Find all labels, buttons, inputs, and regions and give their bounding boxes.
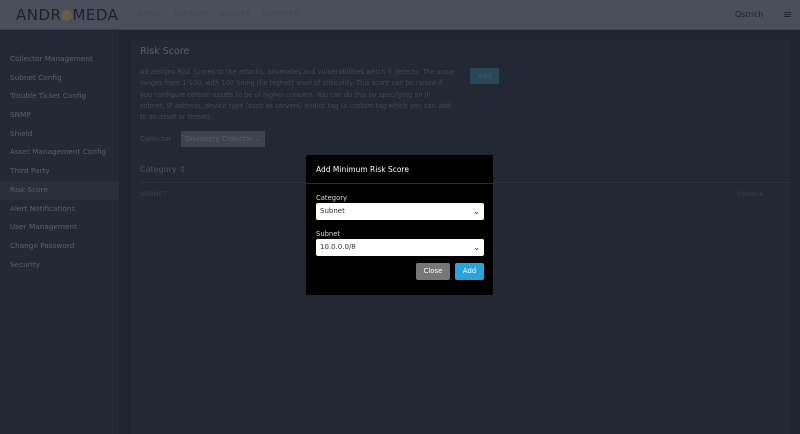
add-button[interactable]: Add	[470, 68, 499, 84]
nav-assets[interactable]: ASSETS	[221, 10, 251, 18]
subnet-label: Subnet	[316, 230, 341, 238]
main-nav: HOME THREATS ASSETS REPORTS	[138, 10, 298, 18]
sidebar-item-snmp[interactable]: SNMP	[0, 106, 119, 125]
page-title: Risk Score	[140, 46, 190, 57]
sidebar-item-trouble-ticket-config[interactable]: Trouble Ticket Config	[0, 87, 119, 106]
sidebar-item-security[interactable]: Security	[0, 256, 119, 275]
subnet-select[interactable]: 10.0.0.0/8 ⌄	[316, 239, 484, 256]
collector-value: Discovery Collector	[185, 135, 253, 143]
column-header-category[interactable]: Category ⇕	[140, 165, 186, 174]
top-header: ANDR MEDA HOME THREATS ASSETS REPORTS Ost…	[0, 0, 800, 30]
sidebar-item-user-management[interactable]: User Management	[0, 218, 119, 237]
nav-threats[interactable]: THREATS	[173, 10, 208, 18]
nav-home[interactable]: HOME	[138, 10, 161, 18]
sort-icon: ⇕	[179, 165, 186, 174]
sidebar-item-change-password[interactable]: Change Password	[0, 237, 119, 256]
remove-link[interactable]: Remove	[737, 190, 763, 198]
modal-title: Add Minimum Risk Score	[306, 155, 493, 184]
logo-emblem-icon	[61, 10, 73, 21]
add-minimum-risk-score-modal: Add Minimum Risk Score Category Subnet ⌄ …	[306, 155, 493, 295]
chevron-down-icon: ⌄	[255, 135, 262, 143]
chevron-down-icon: ⌄	[473, 207, 480, 216]
sidebar-item-shield[interactable]: Shield	[0, 125, 119, 144]
sidebar-item-asset-management-config[interactable]: Asset Management Config	[0, 143, 119, 162]
column-label: Category	[140, 165, 177, 174]
table-cell-category: SUBNET	[140, 190, 167, 198]
collector-label: Collector	[140, 135, 172, 143]
sidebar-item-risk-score[interactable]: Risk Score	[0, 180, 119, 200]
close-button[interactable]: Close	[416, 263, 450, 280]
nav-reports[interactable]: REPORTS	[262, 10, 298, 18]
category-select[interactable]: Subnet ⌄	[316, 203, 484, 220]
subnet-value: 10.0.0.0/8	[320, 243, 356, 251]
sidebar-item-collector-management[interactable]: Collector Management	[0, 50, 119, 69]
modal-add-button[interactable]: Add	[455, 263, 484, 280]
logo[interactable]: ANDR MEDA	[16, 6, 118, 24]
sidebar-item-third-party[interactable]: Third Party	[0, 162, 119, 181]
category-label: Category	[316, 194, 348, 202]
user-name[interactable]: Ostrich	[735, 10, 764, 19]
hamburger-menu-icon[interactable]: ≡	[783, 9, 792, 20]
sidebar-item-alert-notifications[interactable]: Alert Notifications	[0, 200, 119, 219]
chevron-down-icon: ⌄	[473, 243, 480, 252]
sidebar-item-subnet-config[interactable]: Subnet Config	[0, 69, 119, 88]
collector-select[interactable]: Discovery Collector ⌄	[181, 131, 265, 147]
category-value: Subnet	[320, 207, 345, 215]
page-description: A3 assigns Risk Scores to the attacks, a…	[140, 68, 455, 122]
sidebar: Collector Management Subnet Config Troub…	[0, 31, 119, 434]
